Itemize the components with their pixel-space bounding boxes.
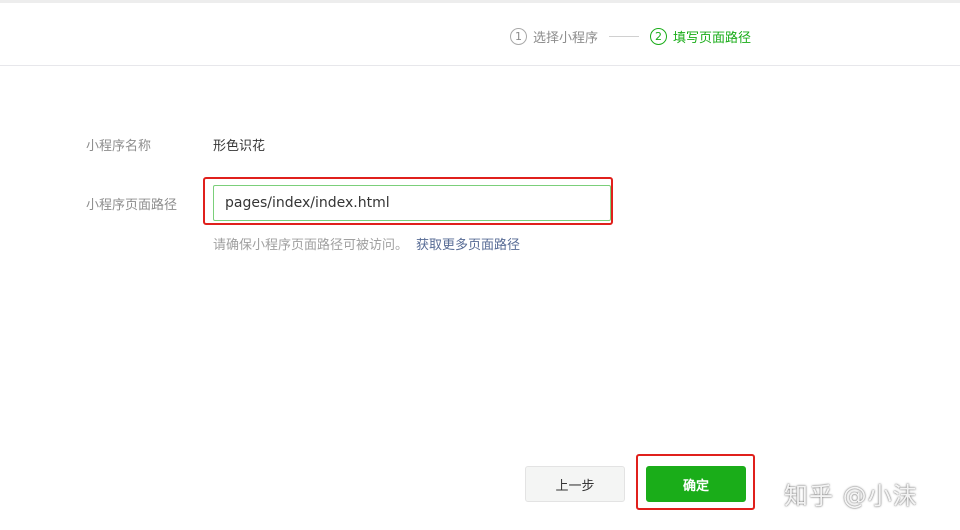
- miniprogram-name-label: 小程序名称: [86, 139, 152, 154]
- step-indicator: 1 选择小程序 2 填写页面路径: [510, 26, 751, 46]
- step-label-1: 选择小程序: [533, 30, 599, 46]
- step-connector: [609, 35, 640, 37]
- watermark: 知乎 @小沫: [784, 482, 918, 510]
- step-label-2: 填写页面路径: [673, 30, 752, 46]
- more-paths-link[interactable]: 获取更多页面路径: [416, 238, 520, 253]
- confirm-button[interactable]: 确定: [646, 466, 746, 502]
- miniprogram-name-value: 形色识花: [213, 139, 266, 154]
- step-fill-page-path: 2 填写页面路径: [650, 27, 751, 46]
- page-path-label: 小程序页面路径: [86, 198, 178, 213]
- page-path-input[interactable]: [213, 185, 611, 221]
- top-bar: 1 选择小程序 2 填写页面路径: [0, 0, 960, 66]
- path-hint: 请确保小程序页面路径可被访问。 获取更多页面路径: [213, 234, 520, 253]
- step-number-1: 1: [510, 27, 527, 45]
- step-select-miniprogram: 1 选择小程序: [510, 27, 598, 46]
- step-number-2: 2: [650, 27, 668, 45]
- previous-step-button[interactable]: 上一步: [525, 466, 625, 502]
- path-hint-text: 请确保小程序页面路径可被访问。: [213, 238, 409, 253]
